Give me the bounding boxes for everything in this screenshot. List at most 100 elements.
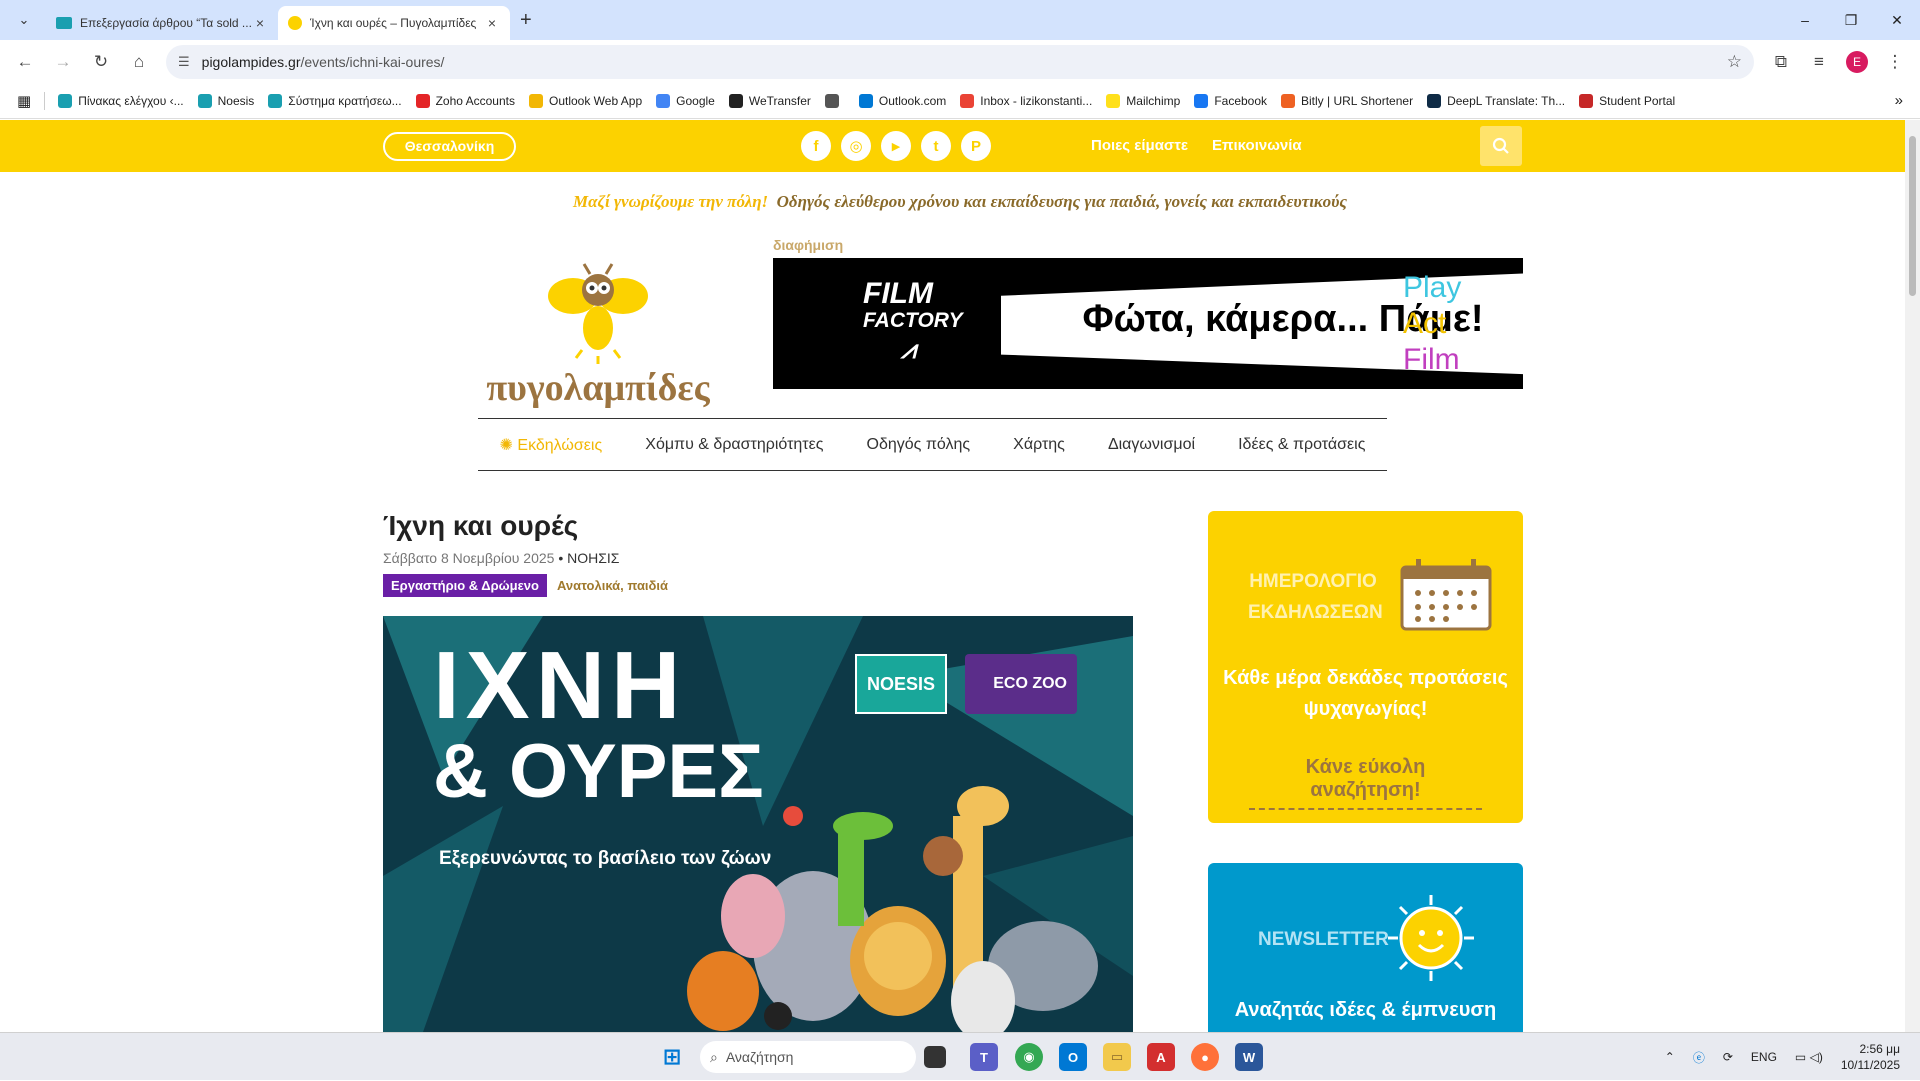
bookmark-label: Outlook.com	[878, 93, 947, 108]
outlook-icon[interactable]: O	[1059, 1043, 1087, 1071]
calendar-search-link[interactable]: Κάνε εύκολη αναζήτηση!	[1249, 756, 1482, 810]
more-bookmarks-icon[interactable]: »	[1888, 88, 1910, 113]
bookmark-item[interactable]: Student Portal	[1572, 90, 1682, 112]
minimize-icon[interactable]: –	[1782, 0, 1828, 40]
bookmark-item[interactable]: Mailchimp	[1099, 90, 1187, 112]
bookmark-label: Outlook Web App	[548, 93, 643, 108]
network-volume-icon[interactable]: ▭ ◁)	[1795, 1050, 1823, 1064]
bookmark-item[interactable]: Πίνακας ελέγχου ‹...	[51, 90, 190, 112]
profile-button[interactable]: E	[1840, 45, 1874, 79]
nav-item-ideas[interactable]: Ιδέες & προτάσεις	[1238, 436, 1365, 454]
bookmark-item[interactable]: DeepL Translate: Th...	[1420, 90, 1572, 112]
nav-item-city-guide[interactable]: Οδηγός πόλης	[867, 436, 971, 454]
youtube-icon[interactable]: ▶	[881, 131, 911, 161]
windows-start-icon[interactable]: ⊞	[658, 1043, 686, 1071]
banner-film: Film	[1403, 343, 1460, 376]
category-badge[interactable]: Εργαστήριο & Δρώμενο	[383, 574, 547, 597]
events-calendar-widget[interactable]: ΗΜΕΡΟΛΟΓΙΟ ΕΚΔΗΛΩΣΕΩΝ Κάθε μέρα δεκάδες …	[1208, 511, 1523, 823]
newsletter-widget[interactable]: NEWSLETTER Αναζητάς ιδέες & έμπνευση	[1208, 863, 1523, 1032]
acrobat-icon[interactable]: A	[1147, 1043, 1175, 1071]
bookmark-item[interactable]: Outlook.com	[852, 90, 953, 112]
close-tab-icon[interactable]: ×	[484, 15, 500, 31]
article-header: Ίχνη και ουρές Σάββατο 8 Νοεμβρίου 2025 …	[383, 510, 1133, 597]
bookmark-item[interactable]: Zoho Accounts	[409, 90, 522, 112]
bookmark-favicon-icon	[1281, 93, 1296, 108]
apps-grid-icon[interactable]: ▦	[10, 88, 38, 114]
media-controls-icon[interactable]: ≡	[1802, 45, 1836, 79]
site-info-icon[interactable]: ☰	[178, 54, 190, 70]
pinterest-icon[interactable]: P	[961, 131, 991, 161]
page-scrollbar[interactable]	[1905, 120, 1920, 1032]
chrome-icon[interactable]: ◉	[1015, 1043, 1043, 1071]
nav-item-map[interactable]: Χάρτης	[1013, 436, 1065, 454]
bookmark-item[interactable]: WeTransfer	[722, 90, 818, 112]
clock-date: 10/11/2025	[1840, 1058, 1900, 1072]
home-icon[interactable]: ⌂	[122, 45, 156, 79]
instagram-icon[interactable]: ◎	[841, 131, 871, 161]
bookmark-item[interactable]	[818, 90, 852, 112]
page-viewport: Θεσσαλονίκη f ◎ ▶ t P Ποιες είμαστε Επικ…	[0, 120, 1920, 1032]
bookmark-item[interactable]: Facebook	[1187, 90, 1274, 112]
tab-search-icon[interactable]: ⌄	[10, 6, 38, 34]
twitter-icon[interactable]: t	[921, 131, 951, 161]
bookmark-label: Student Portal	[1599, 93, 1676, 108]
calendar-description: Κάθε μέρα δεκάδες προτάσεις ψυχαγωγίας!	[1223, 667, 1508, 720]
bookmark-item[interactable]: Outlook Web App	[522, 90, 649, 112]
bookmark-item[interactable]: Bitly | URL Shortener	[1274, 90, 1420, 112]
nav-item-events[interactable]: ✺ Εκδηλώσεις	[500, 435, 603, 455]
tab-current-event[interactable]: Ίχνη και ουρές – Πυγολαμπίδες ×	[278, 6, 510, 40]
bookmark-item[interactable]: Σύστημα κρατήσεω...	[261, 90, 408, 112]
word-icon[interactable]: W	[1235, 1043, 1263, 1071]
main-navigation: ✺ Εκδηλώσεις Χόμπυ & δραστηριότητες Οδηγ…	[478, 418, 1387, 471]
ad-label: διαφήμιση	[773, 237, 844, 253]
tab-edit-article[interactable]: Επεξεργασία άρθρου “Τα sold ... ×	[46, 6, 278, 40]
taskbar-search[interactable]: ⌕ Αναζήτηση	[700, 1041, 916, 1073]
poster-subtitle: Εξερευνώντας το βασίλειο των ζώων	[439, 848, 772, 869]
url-path: /events/ichni-kai-oures/	[300, 53, 445, 70]
extensions-icon[interactable]: ⧉	[1764, 45, 1798, 79]
organizer-link[interactable]: ΝΟΗΣΙΣ	[567, 550, 619, 566]
back-icon[interactable]: ←	[8, 45, 42, 79]
language-indicator[interactable]: ENG	[1751, 1050, 1777, 1064]
bookmark-item[interactable]: Inbox - lizikonstanti...	[953, 90, 1099, 112]
bookmark-label: Inbox - lizikonstanti...	[980, 93, 1093, 108]
chevron-up-icon[interactable]: ⌃	[1665, 1050, 1675, 1064]
browser-tab-strip: ⌄ Επεξεργασία άρθρου “Τα sold ... × Ίχνη…	[0, 0, 1920, 40]
clock[interactable]: 2:56 μμ 10/11/2025	[1841, 1041, 1900, 1073]
poster-title-line-2: & ΟΥΡΕΣ	[433, 729, 764, 814]
bookmark-label: Πίνακας ελέγχου ‹...	[78, 93, 184, 108]
firefox-icon[interactable]: ●	[1191, 1043, 1219, 1071]
page-title: Ίχνη και ουρές	[383, 510, 579, 541]
address-bar[interactable]: ☰ pigolampides.gr/events/ichni-kai-oures…	[166, 44, 1754, 79]
file-explorer-icon[interactable]: ▭	[1103, 1043, 1131, 1071]
bookmark-item[interactable]: Google	[649, 90, 722, 112]
nav-item-contests[interactable]: Διαγωνισμοί	[1108, 436, 1195, 454]
new-tab-button[interactable]: +	[520, 9, 532, 32]
scrollbar-thumb[interactable]	[1909, 136, 1916, 296]
nav-item-hobbies[interactable]: Χόμπυ & δραστηριότητες	[645, 436, 823, 454]
facebook-icon[interactable]: f	[801, 131, 831, 161]
site-search-button[interactable]	[1480, 126, 1522, 166]
sync-icon[interactable]: ⟳	[1723, 1050, 1733, 1064]
bookmark-item[interactable]: Noesis	[191, 90, 262, 112]
city-selector-button[interactable]: Θεσσαλονίκη	[383, 132, 516, 161]
bookmark-star-icon[interactable]: ☆	[1727, 52, 1742, 72]
site-logo[interactable]: πυγολαμπίδες	[478, 258, 718, 418]
teams-icon[interactable]: T	[970, 1043, 998, 1071]
divider	[44, 91, 46, 110]
close-tab-icon[interactable]: ×	[252, 15, 268, 31]
tag-links[interactable]: Ανατολικά, παιδιά	[557, 578, 668, 593]
close-window-icon[interactable]: ✕	[1874, 0, 1920, 40]
tray-app-icon[interactable]: ⓔ	[1693, 1049, 1705, 1066]
about-link[interactable]: Ποιες είμαστε	[1091, 137, 1188, 154]
bookmark-label: Mailchimp	[1126, 93, 1181, 108]
ad-banner[interactable]: FILM FACTORY ⩘ Φώτα, κάμερα... Πάμε! Pla…	[773, 258, 1523, 389]
bookmarks-bar: ▦ Πίνακας ελέγχου ‹... Noesis Σύστημα κρατ…	[0, 83, 1920, 119]
restore-icon[interactable]: ❐	[1828, 0, 1874, 40]
reload-icon[interactable]: ↻	[84, 45, 118, 79]
banner-act: Act	[1403, 307, 1447, 340]
contact-link[interactable]: Επικοινωνία	[1212, 137, 1302, 154]
task-view-icon[interactable]	[924, 1046, 946, 1068]
forward-icon[interactable]: →	[46, 45, 80, 79]
browser-menu-icon[interactable]: ⋮	[1878, 45, 1912, 79]
